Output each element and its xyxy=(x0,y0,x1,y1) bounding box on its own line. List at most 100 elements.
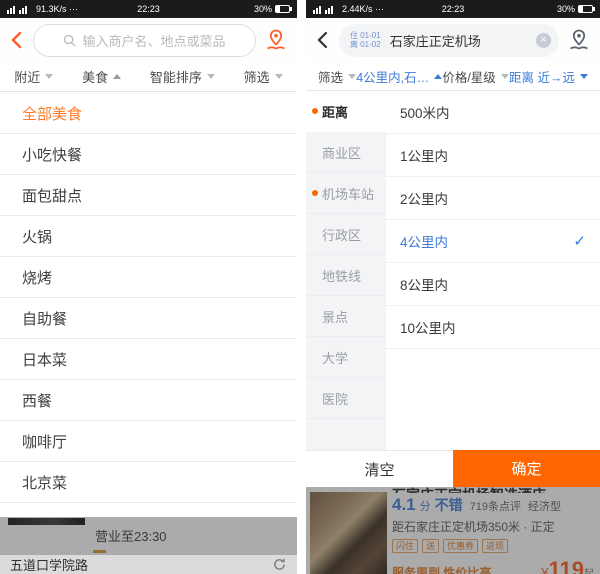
filter-sidebar: 距离 商业区 机场车站 行政区 地铁线 景点 大学 医院 xyxy=(306,91,386,450)
dimmed-street-row: 五道口学院路 xyxy=(0,555,297,574)
sidebar-item-university[interactable]: 大学 xyxy=(306,337,386,378)
rating-unit: 分 xyxy=(419,501,431,513)
tab-food[interactable]: 美食 xyxy=(82,67,122,86)
search-input[interactable]: 输入商户名、地点或菜品 xyxy=(33,23,256,57)
back-icon[interactable] xyxy=(9,30,25,50)
screen: 91.3K/s ··· 22:23 30% 输入商户名、地点或菜品 附近 美食 … xyxy=(0,0,600,574)
search-header: 输入商户名、地点或菜品 xyxy=(0,18,297,62)
option-8km[interactable]: 8公里内 xyxy=(386,263,600,306)
distance-options-list: 500米内 1公里内 2公里内 4公里内 ✓ 8公里内 10公里内 xyxy=(386,91,600,450)
battery-icon xyxy=(275,5,292,13)
tab-smart-sort[interactable]: 智能排序 xyxy=(150,67,215,86)
restaurant-thumbnail xyxy=(8,518,85,525)
hotel-app-panel: 2.44K/s ··· 22:23 30% 住 01-01 离 01-02 石家… xyxy=(306,0,600,574)
filter-footer: 清空 确定 xyxy=(306,450,600,487)
hotel-photo xyxy=(310,492,387,574)
price-star-filter-button[interactable]: 价格/星级 xyxy=(442,67,509,86)
dimmed-restaurant-item: 营业至23:30 xyxy=(0,517,297,555)
category-dropdown-list: 全部美食 小吃快餐 面包甜点 火锅 烧烤 自助餐 日本菜 西餐 咖啡厅 北京菜 xyxy=(0,93,297,503)
clock: 22:23 xyxy=(137,4,160,14)
chevron-down-icon xyxy=(206,74,215,79)
tab-filter[interactable]: 筛选 xyxy=(244,67,283,86)
option-500m[interactable]: 500米内 xyxy=(386,91,600,134)
battery-icon xyxy=(578,5,595,13)
sort-button[interactable]: 距离 近→远 xyxy=(509,67,588,86)
sidebar-item-district[interactable]: 行政区 xyxy=(306,214,386,255)
chevron-down-icon xyxy=(579,73,588,79)
battery-percent: 30% xyxy=(253,4,272,14)
hotel-rating-row: 4.1 分 不错 719条点评 经济型 xyxy=(392,495,594,515)
chevron-down-icon xyxy=(500,73,509,79)
open-until-text: 营业至23:30 xyxy=(95,529,167,544)
chevron-up-icon xyxy=(113,74,122,79)
map-pin-icon[interactable] xyxy=(264,28,288,52)
chevron-down-icon xyxy=(348,73,357,79)
hotel-search-input[interactable]: 住 01-01 离 01-02 石家庄正定机场 × xyxy=(339,23,559,57)
hotel-highlight: 服务周到 性价比高 xyxy=(392,566,492,574)
tab-label: 智能排序 xyxy=(149,70,202,85)
back-icon[interactable] xyxy=(315,30,331,50)
category-cafe[interactable]: 咖啡厅 xyxy=(0,421,297,462)
sidebar-item-airport-station[interactable]: 机场车站 xyxy=(306,173,386,214)
dimmed-hotel-card[interactable]: 石家庄正定机场智选酒店 4.1 分 不错 719条点评 经济型 距石家庄正定机场… xyxy=(306,487,600,574)
active-dot-icon xyxy=(312,190,318,196)
option-10km[interactable]: 10公里内 xyxy=(386,306,600,349)
stay-dates-badge[interactable]: 住 01-01 离 01-02 xyxy=(350,31,381,49)
search-query: 石家庄正定机场 xyxy=(389,33,481,49)
signal-icon xyxy=(313,6,333,14)
chevron-up-icon xyxy=(434,73,443,79)
sidebar-item-metro-line[interactable]: 地铁线 xyxy=(306,255,386,296)
sidebar-item-business-area[interactable]: 商业区 xyxy=(306,132,386,173)
sidebar-item-hospital[interactable]: 医院 xyxy=(306,378,386,419)
confirm-button[interactable]: 确定 xyxy=(453,450,600,487)
status-bar: 2.44K/s ··· 22:23 30% xyxy=(306,0,600,18)
map-pin-icon[interactable] xyxy=(567,28,591,52)
battery-percent: 30% xyxy=(556,4,575,14)
category-hotpot[interactable]: 火锅 xyxy=(0,216,297,257)
hotel-name-clipped: 石家庄正定机场智选酒店 xyxy=(392,487,594,493)
chevron-down-icon xyxy=(274,74,283,79)
search-placeholder: 输入商户名、地点或菜品 xyxy=(82,33,226,49)
hotel-tags: 闪住 送 优惠券 返现 xyxy=(392,539,594,553)
signal-icon xyxy=(7,6,27,14)
hotel-type: 经济型 xyxy=(528,501,561,513)
tab-label: 美食 xyxy=(82,70,109,85)
review-count: 719条点评 xyxy=(469,501,521,513)
category-snacks[interactable]: 小吃快餐 xyxy=(0,134,297,175)
refresh-icon[interactable] xyxy=(272,557,287,572)
filter-button[interactable]: 筛选 xyxy=(318,67,357,86)
category-beijing[interactable]: 北京菜 xyxy=(0,462,297,503)
hotel-price: ¥119起 xyxy=(541,557,594,574)
category-all-food[interactable]: 全部美食 xyxy=(0,93,297,134)
network-speed: 91.3K/s ··· xyxy=(36,4,79,14)
clock: 22:23 xyxy=(441,4,465,14)
status-bar: 91.3K/s ··· 22:23 30% xyxy=(0,0,297,18)
tag: 送 xyxy=(422,539,440,553)
active-dot-icon xyxy=(312,108,318,114)
rating-score: 4.1 xyxy=(392,495,416,514)
option-4km[interactable]: 4公里内 ✓ xyxy=(386,220,600,263)
chevron-down-icon xyxy=(45,74,54,79)
category-bbq[interactable]: 烧烤 xyxy=(0,257,297,298)
street-label: 五道口学院路 xyxy=(10,558,89,573)
category-japanese[interactable]: 日本菜 xyxy=(0,339,297,380)
rating-word: 不错 xyxy=(434,497,463,513)
category-buffet[interactable]: 自助餐 xyxy=(0,298,297,339)
tab-nearby[interactable]: 附近 xyxy=(14,67,54,86)
tag: 优惠券 xyxy=(443,539,479,553)
tag: 返现 xyxy=(482,539,509,553)
sidebar-item-attraction[interactable]: 景点 xyxy=(306,296,386,337)
hotel-distance-info: 距石家庄正定机场350米 · 正定 xyxy=(392,520,555,534)
hotel-filter-bar: 筛选 4公里内,石… 价格/星级 距离 近→远 xyxy=(306,62,600,91)
distance-filter-button[interactable]: 4公里内,石… xyxy=(356,67,443,86)
clear-button[interactable]: 清空 xyxy=(306,450,453,487)
tab-label: 筛选 xyxy=(243,70,270,85)
sidebar-item-distance[interactable]: 距离 xyxy=(306,91,386,132)
food-app-panel: 91.3K/s ··· 22:23 30% 输入商户名、地点或菜品 附近 美食 … xyxy=(0,0,297,574)
category-western[interactable]: 西餐 xyxy=(0,380,297,421)
category-bakery[interactable]: 面包甜点 xyxy=(0,175,297,216)
option-1km[interactable]: 1公里内 xyxy=(386,134,600,177)
clear-search-icon[interactable]: × xyxy=(536,32,551,48)
tag: 闪住 xyxy=(392,539,419,553)
option-2km[interactable]: 2公里内 xyxy=(386,177,600,220)
